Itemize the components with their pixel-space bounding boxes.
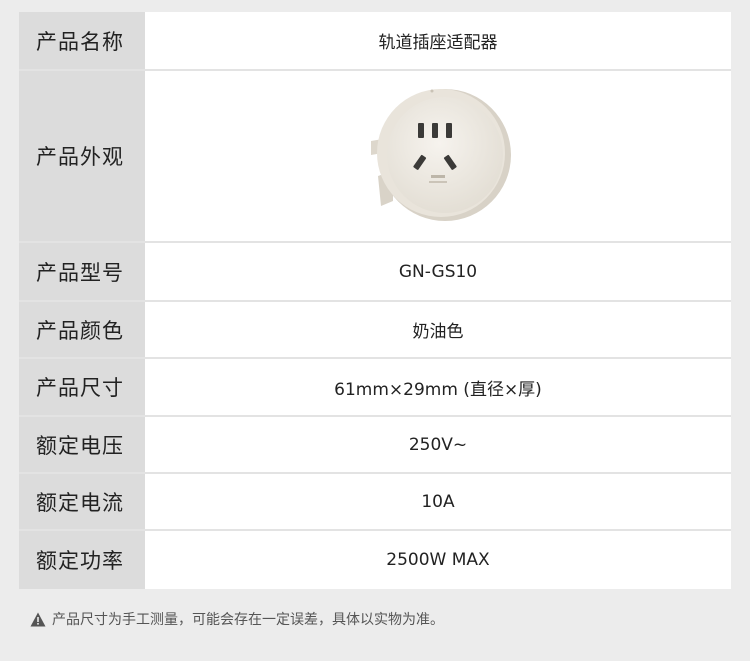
spec-label: 产品型号 — [19, 243, 145, 300]
spec-value: GN-GS10 — [398, 261, 478, 282]
spec-label: 产品外观 — [19, 71, 145, 241]
spec-value: 61mm×29mm (直径×厚) — [334, 379, 542, 400]
spec-row-model: 产品型号 GN-GS10 — [19, 243, 731, 302]
socket-adapter-image — [371, 89, 511, 221]
spec-row-appearance: 产品外观 — [19, 71, 731, 243]
spec-value: 250V~ — [408, 434, 468, 455]
spec-row-power: 额定功率 2500W MAX — [19, 531, 731, 589]
spec-row-voltage: 额定电压 250V~ — [19, 417, 731, 474]
spec-value: 奶油色 — [412, 322, 464, 342]
product-image-cell — [145, 71, 731, 241]
spec-label: 产品名称 — [19, 12, 145, 69]
footnote-text: 产品尺寸为手工测量，可能会存在一定误差，具体以实物为准。 — [52, 612, 444, 628]
spec-label: 额定电压 — [19, 417, 145, 472]
spec-label: 产品颜色 — [19, 302, 145, 357]
spec-row-current: 额定电流 10A — [19, 474, 731, 531]
spec-row-size: 产品尺寸 61mm×29mm (直径×厚) — [19, 359, 731, 417]
spec-row-color: 产品颜色 奶油色 — [19, 302, 731, 359]
spec-label: 产品尺寸 — [19, 359, 145, 415]
spec-value: 轨道插座适配器 — [378, 33, 498, 53]
spec-row-name: 产品名称 轨道插座适配器 — [19, 12, 731, 71]
warning-icon — [30, 612, 46, 627]
spec-table: 产品名称 轨道插座适配器 产品外观 产品型号 GN-GS10 产品颜色 奶油色 … — [19, 12, 731, 589]
spec-value: 2500W MAX — [386, 550, 490, 570]
footnote: 产品尺寸为手工测量，可能会存在一定误差，具体以实物为准。 — [30, 609, 444, 629]
spec-label: 额定电流 — [19, 474, 145, 529]
spec-label: 额定功率 — [19, 531, 145, 589]
spec-value: 10A — [421, 491, 455, 512]
